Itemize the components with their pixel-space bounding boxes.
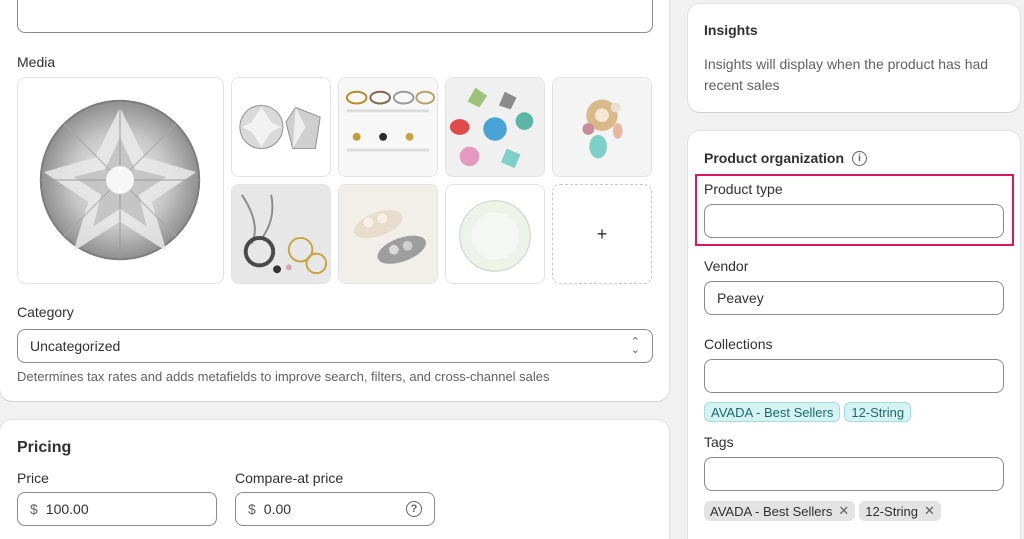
remove-tag-icon[interactable]: ✕ — [924, 503, 935, 519]
category-help-text: Determines tax rates and adds metafields… — [17, 369, 550, 384]
media-thumb-brooch[interactable] — [552, 77, 652, 177]
select-chevron-icon: ⌃ ⌄ — [630, 336, 640, 356]
tag-chip-label: 12-String — [865, 503, 918, 519]
media-thumb-colored-gems[interactable] — [445, 77, 545, 177]
description-editor[interactable] — [17, 0, 653, 33]
media-label: Media — [17, 54, 56, 70]
price-input[interactable]: $ 100.00 — [17, 492, 217, 526]
media-card: Media + Category Uncategorized ⌃ ⌄ Deter… — [0, 0, 669, 401]
compare-price-label: Compare-at price — [235, 470, 344, 486]
pricing-card: Pricing Price $ 100.00 Compare-at price … — [0, 420, 669, 539]
question-circle-icon[interactable]: ? — [406, 501, 422, 517]
pricing-title: Pricing — [17, 439, 72, 456]
tags-input[interactable] — [704, 457, 1004, 491]
vendor-value: Peavey — [717, 290, 764, 306]
product-organization-title: Product organization — [704, 150, 844, 166]
price-label: Price — [17, 470, 49, 486]
media-thumb-hairclip[interactable] — [338, 184, 438, 284]
collection-chip[interactable]: AVADA - Best Sellers — [704, 402, 841, 422]
media-thumb-necklace[interactable] — [231, 184, 331, 284]
vendor-input[interactable]: Peavey — [704, 281, 1004, 315]
compare-price-value: 0.00 — [263, 501, 292, 517]
collections-input[interactable] — [704, 359, 1004, 393]
info-icon[interactable]: i — [852, 150, 867, 166]
tag-chip: AVADA - Best Sellers ✕ — [704, 501, 856, 521]
category-label: Category — [17, 304, 74, 320]
tag-chip: 12-String ✕ — [859, 501, 941, 521]
vendor-label: Vendor — [704, 258, 749, 274]
media-thumb-opal[interactable] — [445, 184, 545, 284]
tag-chips: AVADA - Best Sellers ✕ 12-String ✕ — [704, 501, 945, 521]
plus-icon: + — [596, 223, 608, 244]
insights-text: Insights will display when the product h… — [704, 56, 989, 93]
compare-price-input[interactable]: $ 0.00 ? — [235, 492, 435, 526]
product-organization-header: Product organization i — [704, 150, 867, 166]
product-organization-card: Product organization i Product type Vend… — [688, 131, 1020, 539]
category-select[interactable]: Uncategorized ⌃ ⌄ — [17, 329, 653, 363]
remove-tag-icon[interactable]: ✕ — [838, 503, 849, 519]
media-main-image[interactable] — [17, 77, 224, 284]
tags-label: Tags — [704, 434, 734, 450]
price-currency: $ — [30, 501, 38, 517]
tag-chip-label: AVADA - Best Sellers — [710, 503, 833, 519]
collection-chips: AVADA - Best Sellers 12-String — [704, 402, 915, 422]
category-select-value: Uncategorized — [30, 338, 121, 354]
add-media-button[interactable]: + — [552, 184, 652, 284]
collection-chip[interactable]: 12-String — [844, 402, 912, 422]
product-type-label: Product type — [704, 181, 783, 197]
compare-price-currency: $ — [248, 501, 256, 517]
product-type-input[interactable] — [704, 204, 1004, 238]
media-thumb-crystals[interactable] — [231, 77, 331, 177]
price-value: 100.00 — [45, 501, 89, 517]
media-thumb-rings-chart[interactable] — [338, 77, 438, 177]
insights-card: Insights Insights will display when the … — [688, 4, 1020, 112]
insights-title: Insights — [704, 22, 758, 38]
collections-label: Collections — [704, 336, 773, 352]
